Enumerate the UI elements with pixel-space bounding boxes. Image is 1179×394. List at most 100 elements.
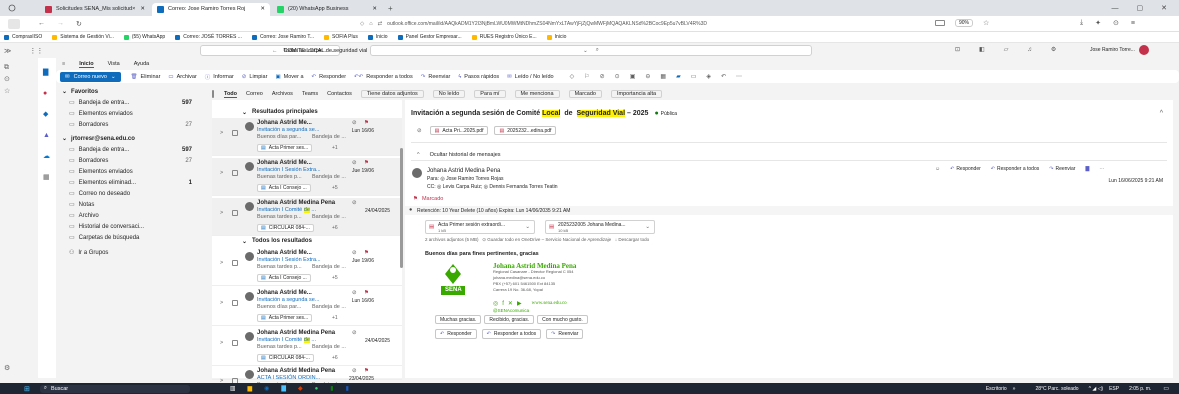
back-icon[interactable]: ← xyxy=(38,20,45,27)
folder-item[interactable]: ▭ Historial de conversaci... xyxy=(56,221,204,232)
flag-icon[interactable]: ⚑ xyxy=(364,160,369,166)
bookmark[interactable]: Sistema de Gestión Vi... xyxy=(52,34,114,40)
top-results-header[interactable]: ⌄ Resultados principales xyxy=(212,106,318,118)
ribbon-action-button[interactable]: ↷ Reenviar xyxy=(421,74,451,80)
bell-icon[interactable]: ♫ xyxy=(1027,47,1032,53)
new-tab-button[interactable]: + xyxy=(388,4,393,13)
apps-icon[interactable]: ▦ xyxy=(660,73,666,80)
ribbon-action-button[interactable]: ✉ Leído / No leído xyxy=(507,74,553,80)
folder-item[interactable]: ▭ Elementos enviados xyxy=(56,166,204,177)
chevron-down-icon[interactable]: ⌄ xyxy=(525,224,530,230)
folder-item[interactable]: ▭ Notas xyxy=(56,199,204,210)
chat-icon[interactable]: ▱ xyxy=(1004,46,1009,53)
desktop-label[interactable]: Escritorio xyxy=(986,386,1007,392)
bookmark[interactable]: Correo: JOSÉ TORRES ... xyxy=(175,34,242,40)
folder-item[interactable]: ▭ Elementos enviados xyxy=(56,108,204,119)
quick-reply-button[interactable]: Con mucho gusto. xyxy=(537,315,588,324)
message-item[interactable]: > Johana Astrid Me... ⊘ Invitación a segund… xyxy=(212,118,402,156)
new-mail-button[interactable]: ✉ Correo nuevo ⌄ xyxy=(60,71,121,82)
folder-item[interactable]: ▭ Elementos eliminad... 1 xyxy=(56,177,204,188)
flag-icon[interactable]: ⚑ xyxy=(364,290,369,296)
translate-icon[interactable]: ▰ xyxy=(676,73,681,80)
view-icon[interactable]: ▭ xyxy=(691,73,697,80)
chevron-icon[interactable]: » xyxy=(1013,386,1016,392)
office-icon[interactable]: ◆ xyxy=(298,385,303,392)
bookmark[interactable]: Inicio xyxy=(546,34,566,40)
mail-icon[interactable]: ▇ xyxy=(43,62,56,83)
close-tab-icon[interactable]: ✕ xyxy=(372,6,377,12)
sidebar-toggle-icon[interactable] xyxy=(8,18,20,29)
explorer-icon[interactable]: ▆ xyxy=(248,385,253,392)
zoom-icon[interactable]: ⊖ xyxy=(645,73,650,80)
account-header[interactable]: ⌄ jrtorresr@sena.edu.co xyxy=(56,133,204,144)
ribbon-action-button[interactable]: ϟ Pasos rápidos xyxy=(458,74,499,80)
message-checkbox[interactable] xyxy=(232,210,238,216)
reload-icon[interactable]: ↻ xyxy=(76,20,82,28)
apps-icon[interactable]: ▦ xyxy=(43,167,56,188)
avatar[interactable] xyxy=(1138,45,1149,55)
ribbon-tab[interactable]: Ayuda xyxy=(134,61,150,67)
sig-website[interactable]: www.sena.edu.co xyxy=(532,301,567,306)
browser-tab[interactable]: Correo: Jose Ramiro Torres Roj ✕ xyxy=(152,2,270,16)
select-all-checkbox[interactable] xyxy=(212,90,214,98)
attachment-chip[interactable]: ▤ Acta Primer ses... xyxy=(257,144,313,152)
message-checkbox[interactable] xyxy=(232,170,238,176)
history-toggle[interactable]: ^ Ocultar historial de mensajes xyxy=(417,152,501,158)
clock[interactable]: 2:05 p. m. xyxy=(1129,386,1151,392)
history-icon[interactable]: ⊙ xyxy=(4,74,16,86)
bookmark[interactable]: (55) WhatsApp xyxy=(123,34,165,40)
expand-chevron-icon[interactable]: > xyxy=(220,130,223,136)
folder-item[interactable]: ▭ Bandeja de entra... 597 xyxy=(56,144,204,155)
ribbon-action-button[interactable]: ↶ Responder xyxy=(312,74,347,80)
filter-option[interactable]: Importancia alta xyxy=(610,90,663,98)
attachment-chip[interactable]: ▤ Acta Primer ses... xyxy=(257,314,313,322)
ribbon-action-button[interactable]: ↶↶ Responder a todos xyxy=(354,74,413,80)
filter-option[interactable]: Tiene datos adjuntos xyxy=(360,90,424,98)
word-icon[interactable]: ▮ xyxy=(346,385,349,392)
windows-start-icon[interactable]: ⊞ xyxy=(24,385,30,393)
message-checkbox[interactable] xyxy=(232,300,238,306)
tab-actions-icon[interactable] xyxy=(4,4,20,12)
reply-action-button[interactable]: ↶ Responder a todos xyxy=(481,329,542,339)
expand-chevron-icon[interactable]: > xyxy=(220,300,223,306)
minimize-icon[interactable]: — xyxy=(1112,5,1119,12)
ribbon-tab[interactable]: Vista xyxy=(108,61,120,67)
close-tab-icon[interactable]: ✕ xyxy=(140,6,145,12)
message-action[interactable]: ↷ Reenviar xyxy=(1049,166,1075,172)
forward-icon[interactable]: → xyxy=(57,20,64,27)
close-tab-icon[interactable]: ✕ xyxy=(260,6,265,12)
twitter-icon[interactable]: ✕ xyxy=(508,300,513,307)
policy-icon[interactable]: ▣ xyxy=(630,73,636,80)
tray-icons[interactable]: ^ ◢ ◁) xyxy=(1089,386,1103,392)
attachment-chip[interactable]: ▤ Acta Pri...2025.pdf xyxy=(429,126,489,135)
all-results-header[interactable]: ⌄ Todos los resultados xyxy=(212,235,312,247)
settings-icon[interactable]: ⚙ xyxy=(4,364,10,372)
bookmark[interactable]: Correo: Jose Ramiro T... xyxy=(251,34,314,40)
whatsnew-icon[interactable]: ◧ xyxy=(979,46,985,53)
ribbon-action-button[interactable]: ▭ Archivar xyxy=(168,74,196,80)
onedrive-icon[interactable]: ☁ xyxy=(43,146,56,167)
message-item[interactable]: > Johana Astrid Me... ⊘ Invitación I Sesión… xyxy=(212,248,402,286)
more-attachments-count[interactable]: +1 xyxy=(332,315,338,321)
teams-icon[interactable]: ⊡ xyxy=(955,46,960,53)
filter-option[interactable]: Teams xyxy=(302,91,318,97)
ribbon-action-button[interactable]: ▣ Mover a xyxy=(275,74,303,80)
tabs-icon[interactable]: ⧉ xyxy=(4,62,16,74)
message-action[interactable]: ↶ Responder a todos xyxy=(991,166,1039,172)
attachment-chip[interactable]: ▤ Acta I Consejo ... xyxy=(257,184,311,192)
language-indicator[interactable]: ESP xyxy=(1109,386,1119,392)
sender-name[interactable]: Johana Astrid Medina Pena xyxy=(427,167,558,175)
folder-item[interactable]: ▭ Borradores 27 xyxy=(56,119,204,130)
search-icon[interactable]: ⌕ xyxy=(596,47,599,54)
message-item[interactable]: > Johana Astrid Medina Pena ⊘ ACTA I SESIÓN… xyxy=(212,366,402,388)
expand-chevron-icon[interactable]: > xyxy=(220,340,223,346)
browser-tab[interactable]: (20) WhatsApp Business ✕ xyxy=(272,3,382,16)
sender-avatar[interactable] xyxy=(412,168,422,178)
whatsapp-icon[interactable]: ● xyxy=(315,386,319,392)
excel-icon[interactable]: ▮ xyxy=(330,385,333,392)
message-checkbox[interactable] xyxy=(232,340,238,346)
undo-icon[interactable]: ↶ xyxy=(721,73,726,80)
app-launcher-icon[interactable]: ⋮⋮ xyxy=(29,47,43,55)
message-checkbox[interactable] xyxy=(232,130,238,136)
more-attachments-count[interactable]: +6 xyxy=(332,225,338,231)
